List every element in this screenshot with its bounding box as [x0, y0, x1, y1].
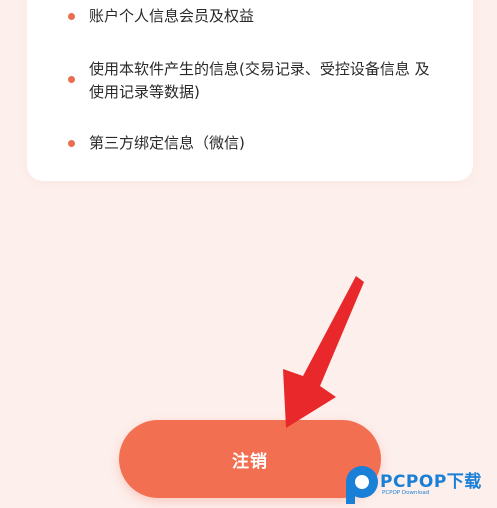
- cancel-account-label: 注销: [232, 451, 268, 472]
- info-item-third-party: 第三方绑定信息（微信): [89, 134, 245, 152]
- bullet-dot: [68, 140, 75, 147]
- info-item-account: 账户个人信息会员及权益: [89, 7, 255, 25]
- info-item-usage: 使用本软件产生的信息(交易记录、受控设备信息 及 使用记录等数据): [89, 60, 430, 101]
- bullet-dot: [68, 13, 75, 20]
- bullet-dot: [68, 76, 75, 83]
- cancel-account-button[interactable]: 注销: [119, 420, 381, 498]
- watermark-subtitle: PCPOP Download: [382, 490, 430, 496]
- watermark-brand: PCPOP下载: [380, 472, 482, 492]
